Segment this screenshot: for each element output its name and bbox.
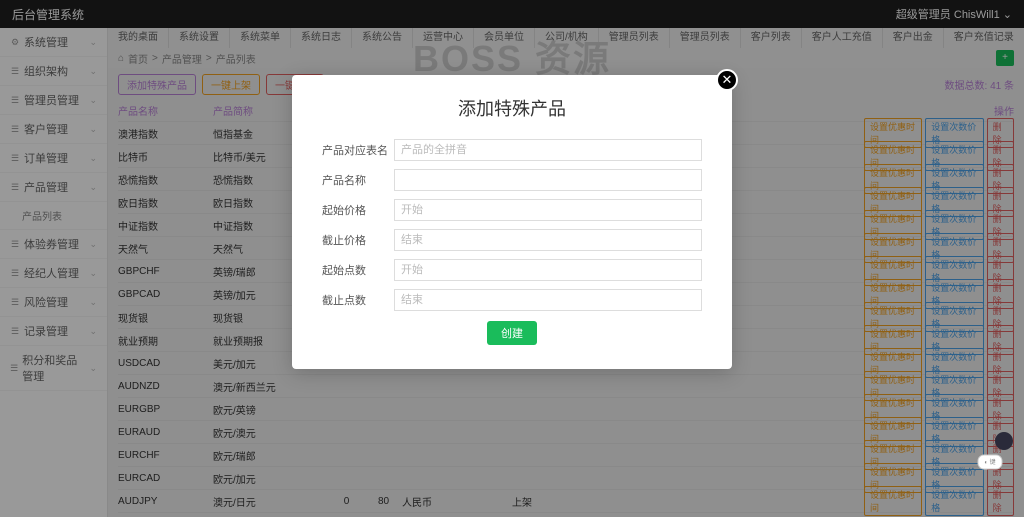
field-label: 起始点数 [322,262,394,278]
dialog-title: 添加特殊产品 [322,95,702,121]
text-input[interactable] [394,229,702,251]
field-label: 截止点数 [322,292,394,308]
text-input[interactable] [394,259,702,281]
field-label: 产品对应表名 [322,142,394,158]
svg-text:◐ 键: ◐ 键 [984,458,995,466]
text-input[interactable] [394,289,702,311]
add-product-dialog: ✕ 添加特殊产品 产品对应表名产品名称起始价格截止价格起始点数截止点数 创建 [292,75,732,369]
field-label: 起始价格 [322,202,394,218]
text-input[interactable] [394,139,702,161]
mascot-image: ◐ 键 [976,427,1016,477]
text-input[interactable] [394,199,702,221]
field-label: 截止价格 [322,232,394,248]
submit-button[interactable]: 创建 [487,321,537,345]
close-icon[interactable]: ✕ [716,69,738,91]
text-input[interactable] [394,169,702,191]
field-label: 产品名称 [322,172,394,188]
